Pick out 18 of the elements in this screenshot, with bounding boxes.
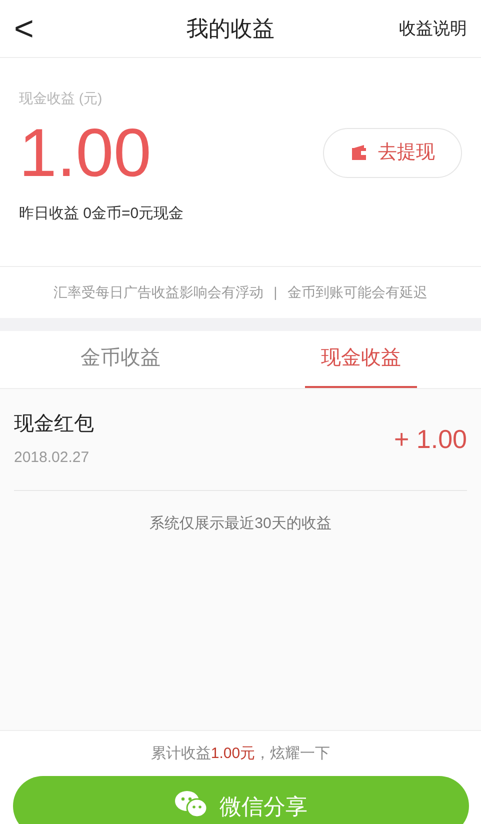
yesterday-earnings: 昨日收益 0金币=0元现金 — [19, 204, 185, 224]
earnings-info-link[interactable]: 收益说明 — [387, 16, 467, 42]
exchange-rate-notice: 汇率受每日广告收益影响会有浮动 — [54, 282, 264, 302]
withdraw-button[interactable]: 去提现 — [323, 128, 462, 178]
wechat-share-button[interactable]: 微信分享 — [12, 776, 468, 824]
record-date: 2018.02.27 — [14, 448, 90, 468]
record-amount: + 1.00 — [394, 422, 467, 456]
delay-notice: 金币到账可能会有延迟 — [287, 282, 428, 302]
record-title: 现金红包 — [14, 412, 94, 437]
tab[interactable]: 金币收益 — [64, 330, 176, 388]
back-button[interactable]: < — [14, 12, 74, 46]
cash-earnings-label: 现金收益 (元) — [19, 89, 104, 108]
chat-bubbles-icon — [174, 790, 208, 818]
cash-amount: 1.00 — [19, 115, 152, 191]
notice-separator: | — [274, 282, 278, 302]
history-note: 系统仅展示最近30天的收益 — [150, 514, 332, 534]
page-title: 我的收益 — [186, 15, 274, 43]
total-earnings-text: 累计收益1.00元，炫耀一下 — [150, 744, 330, 764]
